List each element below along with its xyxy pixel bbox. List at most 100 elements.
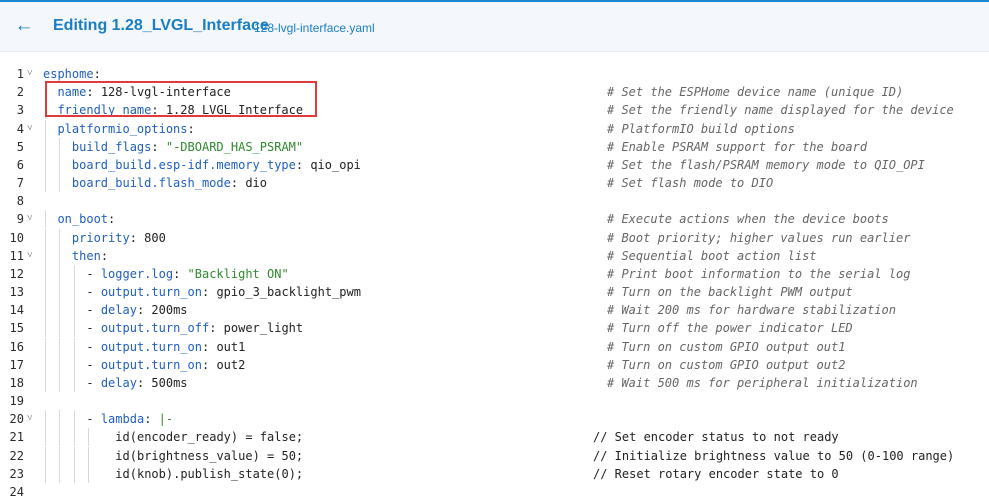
- code-editor[interactable]: 1 ˅ esphome: 2 name: 128-lvgl-interface # Set…: [0, 52, 989, 497]
- fold-chevron-icon[interactable]: ˅: [27, 410, 37, 428]
- indent-guide: [45, 246, 46, 265]
- code-line[interactable]: 12 - logger.log: "Backlight ON" # Print bo…: [0, 264, 989, 283]
- yaml-value: 1.28_LVGL_Interface: [158, 103, 304, 118]
- code-text: board_build.esp-idf.memory_type: qio_opi: [72, 156, 361, 174]
- indent-guide: [45, 301, 46, 320]
- code-text: - output.turn_on: out2: [86, 356, 245, 374]
- code-line[interactable]: 22 id(brightness_value) = 50; // Initializ…: [0, 446, 989, 465]
- yaml-key: delay: [100, 375, 137, 390]
- code-line[interactable]: 10 priority: 800 # Boot priority; higher v…: [0, 228, 989, 247]
- yaml-key: then: [71, 248, 101, 263]
- yaml-key: friendly_name: [57, 103, 152, 118]
- code-line[interactable]: 11 ˅ then: # Sequential boot action list: [0, 246, 989, 265]
- indent-guide: [59, 137, 61, 156]
- list-dash: -: [86, 321, 101, 336]
- yaml-value: out1: [209, 339, 246, 354]
- code-line[interactable]: 14 - delay: 200ms # Wait 200 ms for hardwa…: [0, 301, 989, 320]
- yaml-value: |-: [151, 412, 174, 427]
- code-line[interactable]: 15 - output.turn_off: power_light # Turn o…: [0, 319, 989, 338]
- yaml-separator: :: [187, 121, 195, 136]
- yaml-key: priority: [71, 230, 130, 245]
- indent-guide: [88, 428, 90, 447]
- code-line[interactable]: 18 - delay: 500ms # Wait 500 ms for periph…: [0, 373, 989, 392]
- code-line[interactable]: 5 build_flags: "-DBOARD_HAS_PSRAM" # Enabl…: [0, 137, 989, 156]
- line-number: 23: [9, 466, 24, 481]
- code-line[interactable]: 1 ˅ esphome:: [0, 65, 989, 83]
- code-line[interactable]: 21 id(encoder_ready) = false; // Set encod…: [0, 428, 989, 447]
- indent-guide: [88, 464, 90, 483]
- line-number: 14: [9, 303, 24, 318]
- indent-guide: [59, 319, 61, 338]
- yaml-key: output.turn_on: [100, 339, 202, 354]
- file-name: 128-lvgl-interface.yaml: [254, 21, 375, 35]
- code-line[interactable]: 3 friendly_name: 1.28_LVGL_Interface # Set…: [0, 101, 989, 120]
- indent-guide: [73, 446, 75, 465]
- code-line[interactable]: 19: [0, 392, 989, 410]
- yaml-key: build_flags: [71, 139, 152, 154]
- code-comment: # Set the ESPHome device name (unique ID…: [607, 85, 904, 100]
- list-dash: -: [86, 339, 101, 354]
- code-line[interactable]: 9 ˅ on_boot: # Execute actions when the dev…: [0, 210, 989, 229]
- code-text: friendly_name: 1.28_LVGL_Interface: [57, 101, 303, 119]
- line-number: 22: [9, 448, 24, 463]
- indent-guide: [73, 283, 75, 302]
- code-line[interactable]: 2 name: 128-lvgl-interface # Set the ESPHo…: [0, 83, 989, 102]
- yaml-key: board_build.esp-idf.memory_type: [71, 157, 296, 172]
- indent-guide: [73, 319, 75, 338]
- yaml-value: "-DBOARD_HAS_PSRAM": [158, 139, 304, 154]
- indent-guide: [73, 301, 75, 320]
- code-text: - output.turn_on: gpio_3_backlight_pwm: [86, 283, 361, 301]
- code-text: name: 128-lvgl-interface: [57, 83, 230, 101]
- fold-chevron-icon[interactable]: ˅: [27, 247, 37, 265]
- line-number: 20: [9, 412, 24, 427]
- yaml-value: id(encoder_ready) = false;: [115, 430, 304, 445]
- code-line[interactable]: 7 board_build.flash_mode: dio # Set flash …: [0, 174, 989, 193]
- indent-guide: [59, 428, 61, 447]
- code-text: board_build.flash_mode: dio: [72, 174, 267, 192]
- yaml-value: gpio_3_backlight_pwm: [209, 285, 361, 300]
- indent-guide: [59, 446, 61, 465]
- fold-chevron-icon[interactable]: ˅: [27, 120, 37, 138]
- indent-guide: [59, 246, 61, 265]
- line-number: 6: [16, 157, 24, 172]
- line-number: 15: [9, 321, 24, 336]
- yaml-separator: :: [93, 67, 101, 81]
- indent-guide: [59, 337, 61, 356]
- code-text: - output.turn_off: power_light: [86, 319, 303, 337]
- indent-guide: [59, 228, 61, 247]
- code-line[interactable]: 23 id(knob).publish_state(0); // Reset rot…: [0, 464, 989, 483]
- fold-chevron-icon[interactable]: ˅: [27, 210, 37, 228]
- indent-guide: [45, 428, 46, 447]
- yaml-value: power_light: [216, 321, 304, 336]
- code-comment: # Set the flash/PSRAM memory mode to QIO…: [607, 157, 925, 172]
- code-line[interactable]: 8: [0, 192, 989, 210]
- code-line[interactable]: 16 - output.turn_on: out1 # Turn on custom…: [0, 337, 989, 356]
- code-comment: # Turn off the power indicator LED: [607, 321, 853, 336]
- line-number: 1: [16, 67, 24, 81]
- line-number: 8: [16, 194, 24, 209]
- fold-chevron-icon[interactable]: ˅: [27, 65, 37, 83]
- indent-guide: [59, 283, 61, 302]
- list-dash: -: [86, 303, 101, 318]
- yaml-value: 800: [136, 230, 166, 245]
- code-line[interactable]: 13 - output.turn_on: gpio_3_backlight_pwm…: [0, 283, 989, 302]
- code-comment: # Turn on the backlight PWM output: [607, 285, 853, 300]
- list-dash: -: [86, 412, 101, 427]
- code-line[interactable]: 4 ˅ platformio_options: # PlatformIO build …: [0, 119, 989, 138]
- code-line[interactable]: 24: [0, 483, 989, 497]
- indent-guide: [73, 410, 75, 429]
- line-number: 21: [9, 430, 24, 445]
- code-text: - lambda: |-: [86, 410, 173, 428]
- code-line[interactable]: 6 board_build.esp-idf.memory_type: qio_op…: [0, 155, 989, 174]
- indent-guide: [73, 355, 75, 374]
- indent-guide: [59, 373, 61, 392]
- indent-guide: [59, 264, 61, 283]
- yaml-key: output.turn_on: [100, 285, 202, 300]
- code-line[interactable]: 17 - output.turn_on: out2 # Turn on custom…: [0, 355, 989, 374]
- code-line[interactable]: 20 ˅ - lambda: |-: [0, 410, 989, 429]
- indent-guide: [88, 446, 90, 465]
- code-text: priority: 800: [72, 229, 166, 247]
- back-arrow-icon[interactable]: ←: [13, 15, 35, 37]
- code-text: id(brightness_value) = 50;: [115, 447, 303, 465]
- code-text: id(encoder_ready) = false;: [115, 428, 303, 446]
